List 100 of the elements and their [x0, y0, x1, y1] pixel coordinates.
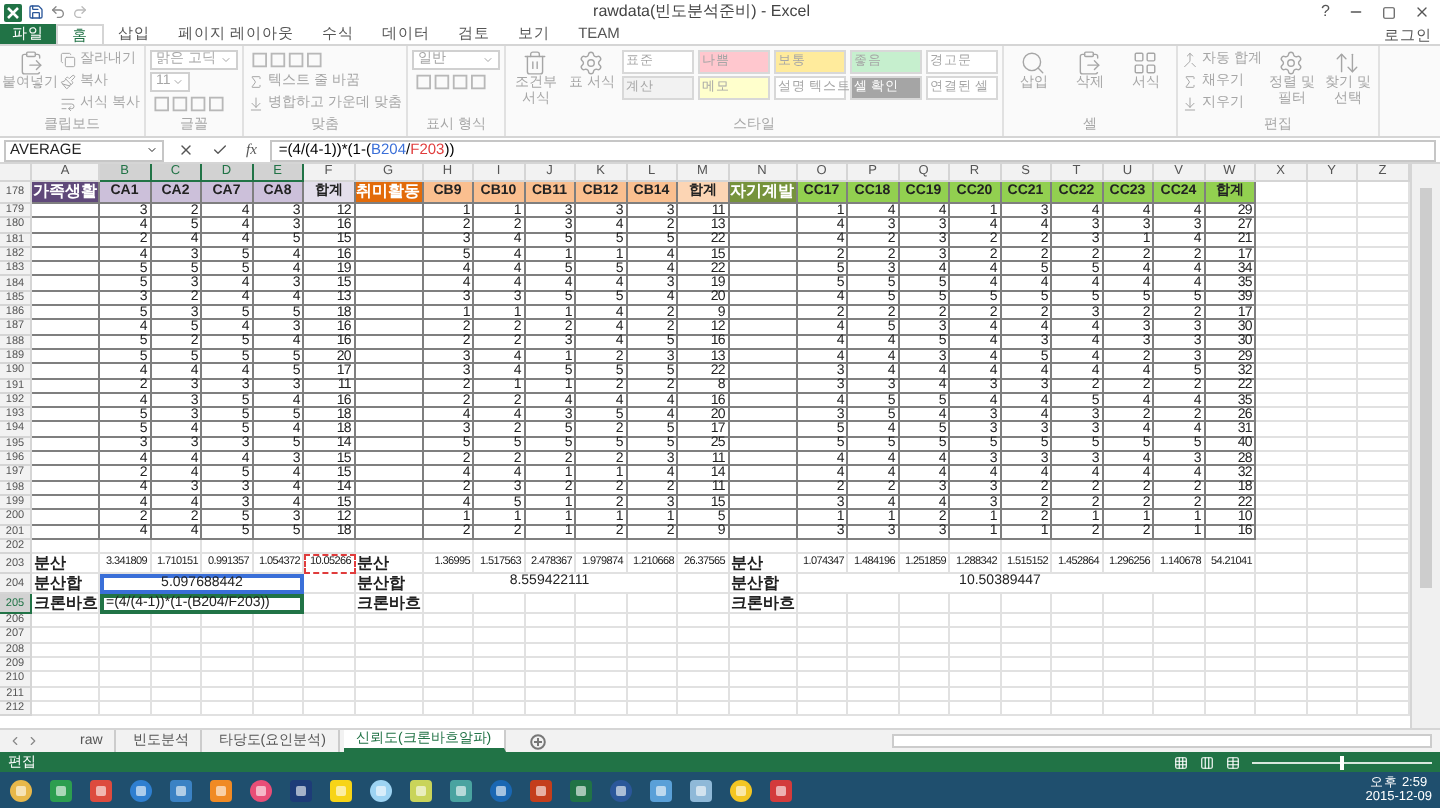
vertical-scrollbar-thumb[interactable] [1419, 188, 1432, 588]
app-icon[interactable] [88, 777, 114, 803]
app-icon[interactable] [368, 777, 394, 803]
grid-cell[interactable] [32, 335, 100, 350]
previous-sheet-icon[interactable] [8, 734, 22, 748]
undo-icon[interactable] [50, 4, 66, 20]
grid-cell[interactable] [729, 422, 797, 438]
zoom-slider[interactable] [1252, 755, 1432, 769]
grid-cell[interactable] [729, 320, 797, 336]
redo-icon[interactable] [72, 4, 88, 20]
grid-cell[interactable] [32, 306, 100, 321]
grid-cell[interactable] [32, 291, 100, 307]
grid-cell[interactable] [355, 437, 423, 453]
grid-cell[interactable] [32, 452, 100, 467]
grid-cell[interactable] [355, 291, 423, 307]
grid-cell[interactable] [32, 364, 100, 380]
grid-cell[interactable] [355, 408, 423, 423]
cancel-icon[interactable] [178, 142, 194, 158]
page-layout-icon[interactable] [1200, 755, 1214, 769]
grid-cell[interactable] [355, 276, 423, 292]
app-icon[interactable] [328, 777, 354, 803]
app-icon[interactable] [408, 777, 434, 803]
grid-cell[interactable] [355, 393, 423, 409]
grid-cell[interactable] [355, 233, 423, 248]
grid-cell[interactable] [729, 510, 797, 526]
help-button[interactable]: ? [1315, 0, 1336, 24]
app-icon[interactable] [288, 777, 314, 803]
grid-cell[interactable] [729, 495, 797, 511]
grid-cell[interactable] [32, 437, 100, 453]
grid-cell[interactable] [729, 466, 797, 482]
grid-cell[interactable] [32, 379, 100, 394]
grid-cell[interactable] [32, 408, 100, 423]
next-sheet-icon[interactable] [26, 734, 40, 748]
app-icon[interactable] [168, 777, 194, 803]
select-all-corner[interactable] [0, 164, 32, 182]
grid-cell[interactable] [355, 320, 423, 336]
app-icon[interactable] [608, 777, 634, 803]
grid-cell[interactable] [355, 481, 423, 496]
grid-cell[interactable] [32, 481, 100, 496]
grid-cell[interactable] [729, 393, 797, 409]
grid-cell[interactable] [729, 437, 797, 453]
grid-cell[interactable] [729, 218, 797, 234]
grid-cell[interactable] [32, 204, 100, 219]
grid-cell[interactable] [32, 510, 100, 526]
horizontal-scrollbar[interactable] [892, 734, 1432, 748]
grid-cell[interactable] [355, 525, 423, 540]
maximize-icon[interactable] [1382, 5, 1396, 19]
grid-cell[interactable] [355, 466, 423, 482]
grid-cell[interactable] [32, 525, 100, 540]
grid-cell[interactable] [729, 525, 797, 540]
grid-cell[interactable] [729, 481, 797, 496]
grid-cell[interactable] [729, 364, 797, 380]
add-sheet-icon[interactable] [529, 733, 546, 749]
grid-cell[interactable] [32, 276, 100, 292]
grid-cell[interactable] [32, 320, 100, 336]
enter-icon[interactable] [212, 142, 228, 158]
app-icon[interactable] [648, 777, 674, 803]
grid-cell[interactable] [32, 495, 100, 511]
grid-cell[interactable] [729, 306, 797, 321]
grid-cell[interactable] [355, 510, 423, 526]
grid-cell[interactable] [729, 408, 797, 423]
grid-cell[interactable] [355, 262, 423, 277]
app-icon[interactable] [208, 777, 234, 803]
app-icon[interactable] [488, 777, 514, 803]
grid-cell[interactable] [355, 349, 423, 365]
grid-cell[interactable] [355, 204, 423, 219]
close-icon[interactable] [1414, 4, 1430, 20]
grid-cell[interactable] [32, 393, 100, 409]
grid-cell[interactable] [729, 247, 797, 263]
grid-cell[interactable] [355, 422, 423, 438]
grid-cell[interactable] [355, 247, 423, 263]
grid-cell[interactable] [729, 452, 797, 467]
grid-cell[interactable] [729, 204, 797, 219]
grid-cell[interactable] [355, 495, 423, 511]
grid-cell[interactable] [32, 466, 100, 482]
save-icon[interactable] [28, 4, 44, 20]
grid-cell[interactable] [32, 233, 100, 248]
grid-cell[interactable] [729, 291, 797, 307]
grid-cell[interactable] [355, 306, 423, 321]
grid-cell[interactable] [32, 247, 100, 263]
app-icon[interactable] [728, 777, 754, 803]
app-icon[interactable] [48, 777, 74, 803]
app-icon[interactable] [128, 777, 154, 803]
app-icon[interactable] [568, 777, 594, 803]
app-icon[interactable] [768, 777, 794, 803]
grid-cell[interactable] [729, 262, 797, 277]
grid-cell[interactable] [355, 364, 423, 380]
grid-cell[interactable] [729, 276, 797, 292]
grid-cell[interactable] [32, 218, 100, 234]
grid-cell[interactable] [32, 262, 100, 277]
grid-cell[interactable] [355, 218, 423, 234]
app-icon[interactable] [448, 777, 474, 803]
page-break-icon[interactable] [1226, 755, 1240, 769]
app-icon[interactable] [248, 777, 274, 803]
grid-cell[interactable] [729, 335, 797, 350]
grid-cell[interactable] [729, 379, 797, 394]
app-icon[interactable] [528, 777, 554, 803]
normal-view-icon[interactable] [1174, 755, 1188, 769]
grid-cell[interactable] [355, 452, 423, 467]
grid-cell[interactable] [32, 349, 100, 365]
